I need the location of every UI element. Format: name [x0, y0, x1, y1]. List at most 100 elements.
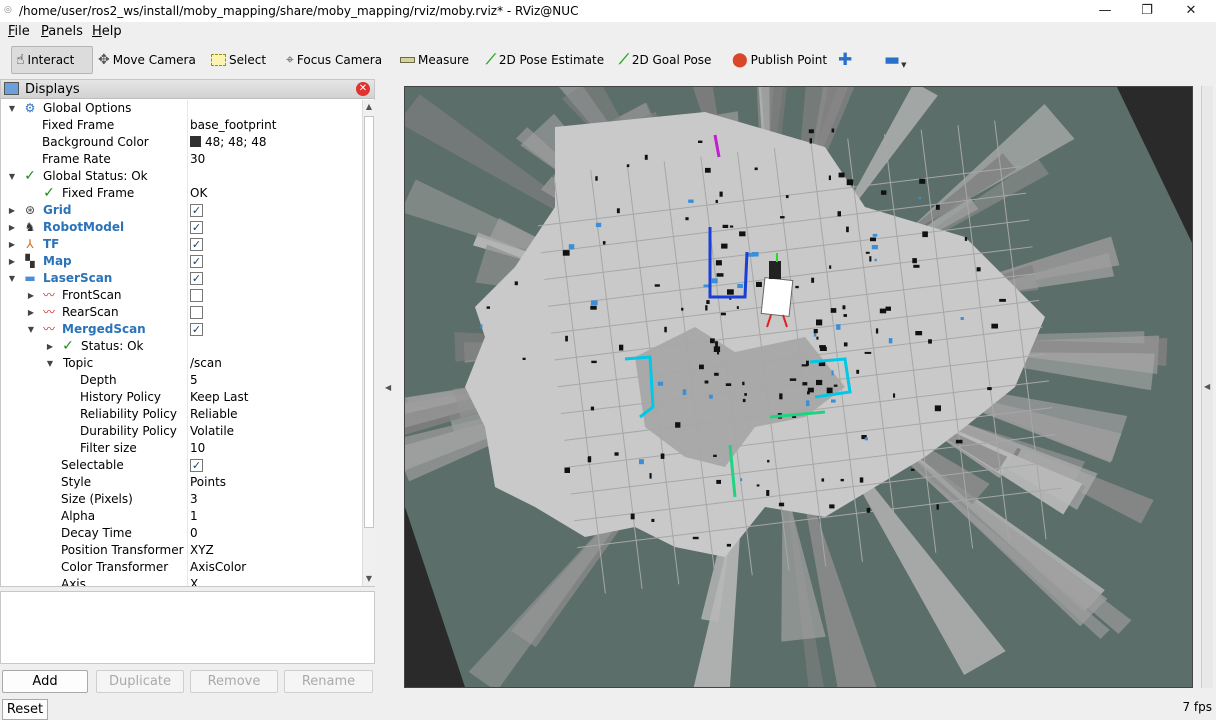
collapsed-arrow-icon[interactable]: ▶ [26, 304, 36, 321]
collapse-left-icon[interactable]: ◀ [385, 383, 391, 392]
collapsed-arrow-icon[interactable]: ▶ [7, 253, 17, 270]
displays-scrollbar[interactable]: ▲ ▼ [362, 100, 375, 586]
tool-2d-pose-estimate[interactable]: ⟋ 2D Pose Estimate [482, 46, 608, 74]
3d-render-viewport[interactable] [404, 86, 1193, 688]
display-row-value[interactable]: AxisColor [190, 559, 246, 576]
display-row-value[interactable]: 30 [190, 151, 205, 168]
display-tree-row[interactable]: ▼ ✓ Global Status: Ok [1, 168, 362, 185]
menu-file[interactable]: File [8, 24, 30, 39]
display-tree-row[interactable]: ▼ Topic/scan [1, 355, 362, 372]
rename-button[interactable]: Rename [284, 670, 373, 693]
display-tree-row[interactable]: Filter size 10 [1, 440, 362, 457]
duplicate-button[interactable]: Duplicate [96, 670, 184, 693]
close-icon[interactable]: ✕ [356, 82, 370, 96]
display-row-value[interactable]: 3 [190, 491, 198, 508]
display-tree-row[interactable]: ▶ ✓ Status: Ok [1, 338, 362, 355]
display-tree-row[interactable]: History Policy Keep Last [1, 389, 362, 406]
display-tree-row[interactable]: Decay Time 0 [1, 525, 362, 542]
display-row-value[interactable]: Keep Last [190, 389, 248, 406]
collapsed-arrow-icon[interactable]: ▶ [45, 338, 55, 355]
display-tree-row[interactable]: Size (Pixels) 3 [1, 491, 362, 508]
display-enabled-checkbox[interactable]: ✓ [190, 221, 203, 234]
minimize-button[interactable]: — [1090, 2, 1120, 20]
obstacle-cell [587, 456, 592, 463]
display-enabled-checkbox[interactable] [190, 289, 203, 302]
collapse-right-icon[interactable]: ◀ [1204, 382, 1210, 391]
display-tree-row[interactable]: Durability Policy Volatile [1, 423, 362, 440]
restore-button[interactable]: ❐ [1132, 2, 1162, 20]
display-enabled-checkbox[interactable]: ✓ [190, 238, 203, 251]
display-row-value[interactable]: 5 [190, 372, 198, 389]
menu-panels[interactable]: Panels [41, 24, 83, 39]
display-row-label: TF [43, 237, 60, 251]
display-tree-row[interactable]: ▶ ♞ RobotModel ✓ [1, 219, 362, 236]
collapsed-arrow-icon[interactable]: ▶ [7, 236, 17, 253]
expanded-arrow-icon[interactable]: ▼ [26, 321, 36, 338]
tool-publish-point[interactable]: ⬤ Publish Point [728, 46, 831, 74]
tool-move-camera[interactable]: ✥ Move Camera [94, 46, 200, 74]
add-button[interactable]: Add [2, 670, 88, 693]
display-tree-row[interactable]: ▶ ⅄ TF ✓ [1, 236, 362, 253]
tool-focus-camera[interactable]: ⌖ Focus Camera [282, 46, 386, 74]
reset-button[interactable]: Reset [2, 699, 48, 720]
display-row-value[interactable]: base_footprint [190, 117, 276, 134]
display-row-value[interactable]: Volatile [190, 423, 234, 440]
display-tree-row[interactable]: ▶ ⊛ Grid ✓ [1, 202, 362, 219]
display-tree-row[interactable]: Background Color 48; 48; 48 [1, 134, 362, 151]
display-tree-row[interactable]: Reliability Policy Reliable [1, 406, 362, 423]
tool-select[interactable]: Select [207, 46, 270, 74]
display-tree-row[interactable]: Color Transformer AxisColor [1, 559, 362, 576]
display-tree-row[interactable]: Depth 5 [1, 372, 362, 389]
collapsed-arrow-icon[interactable]: ▶ [26, 287, 36, 304]
collapsed-arrow-icon[interactable]: ▶ [7, 202, 17, 219]
display-tree-row[interactable]: Frame Rate 30 [1, 151, 362, 168]
display-tree-row[interactable]: Selectable ✓ [1, 457, 362, 474]
display-tree-row[interactable]: ✓ Fixed Frame OK [1, 185, 362, 202]
display-row-value[interactable]: 10 [190, 440, 205, 457]
display-row-value[interactable]: 1 [190, 508, 198, 525]
display-row-value[interactable]: 48; 48; 48 [190, 134, 267, 151]
display-tree-row[interactable]: ▼ ▬ LaserScan ✓ [1, 270, 362, 287]
display-enabled-checkbox[interactable] [190, 306, 203, 319]
display-tree-row[interactable]: Position Transformer XYZ [1, 542, 362, 559]
display-tree-row[interactable]: ▼ 〰 MergedScan ✓ [1, 321, 362, 338]
close-window-button[interactable]: ✕ [1176, 2, 1206, 20]
remove-button[interactable]: Remove [190, 670, 278, 693]
scrollbar-thumb[interactable] [364, 116, 374, 528]
expanded-arrow-icon[interactable]: ▼ [7, 168, 17, 185]
add-tool-button[interactable]: ✚ [834, 46, 856, 74]
menu-help[interactable]: Help [92, 24, 122, 39]
collapsed-arrow-icon[interactable]: ▶ [7, 219, 17, 236]
display-tree-row[interactable]: ▶ 〰 FrontScan [1, 287, 362, 304]
display-tree-row[interactable]: ▼ ⚙ Global Options [1, 100, 362, 117]
display-row-value[interactable]: OK [190, 185, 207, 202]
tool-2d-goal-pose[interactable]: ⟋ 2D Goal Pose [615, 46, 715, 74]
display-tree-row[interactable]: Alpha 1 [1, 508, 362, 525]
display-enabled-checkbox[interactable]: ✓ [190, 459, 203, 472]
expanded-arrow-icon[interactable]: ▼ [45, 355, 55, 372]
display-row-value[interactable]: Points [190, 474, 226, 491]
display-enabled-checkbox[interactable]: ✓ [190, 204, 203, 217]
tool-interact[interactable]: ☝ Interact [11, 46, 93, 74]
expanded-arrow-icon[interactable]: ▼ [7, 270, 17, 287]
right-dock-strip[interactable]: ◀ [1201, 86, 1213, 688]
obstacle-cell [681, 307, 684, 311]
display-enabled-checkbox[interactable]: ✓ [190, 255, 203, 268]
display-row-value[interactable]: Reliable [190, 406, 238, 423]
display-tree-row[interactable]: ▶ ▚ Map ✓ [1, 253, 362, 270]
display-row-value[interactable]: 0 [190, 525, 198, 542]
display-tree-row[interactable]: Fixed Frame base_footprint [1, 117, 362, 134]
display-tree-row[interactable]: Style Points [1, 474, 362, 491]
display-enabled-checkbox[interactable]: ✓ [190, 272, 203, 285]
remove-tool-button[interactable]: ▬ ▼ [880, 46, 910, 74]
display-enabled-checkbox[interactable]: ✓ [190, 323, 203, 336]
expanded-arrow-icon[interactable]: ▼ [7, 100, 17, 117]
display-row-value[interactable]: XYZ [190, 542, 214, 559]
scroll-down-icon[interactable]: ▼ [363, 574, 375, 583]
tool-measure[interactable]: Measure [396, 46, 473, 74]
display-row-value[interactable]: /scan [190, 355, 222, 372]
display-tree-row[interactable]: ▶ 〰 RearScan [1, 304, 362, 321]
scroll-up-icon[interactable]: ▲ [363, 102, 375, 111]
display-row-value[interactable]: X [190, 576, 198, 586]
display-tree-row[interactable]: Axis X [1, 576, 362, 586]
